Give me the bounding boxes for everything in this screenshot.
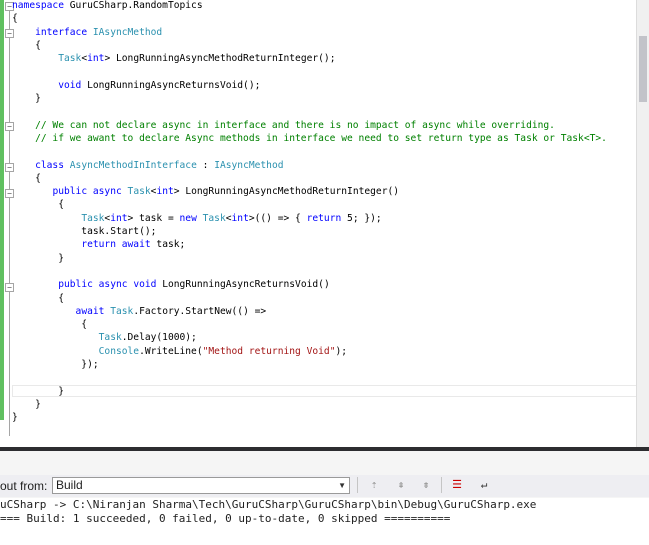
code-line[interactable]: { [12,12,637,25]
code-line[interactable]: public async Task<int> LongRunningAsyncM… [12,185,637,198]
code-line[interactable]: { [12,292,637,305]
vertical-scrollbar[interactable] [636,0,649,447]
output-line: === Build: 1 succeeded, 0 failed, 0 up-t… [0,512,451,525]
code-line[interactable]: { [12,39,637,52]
toolbar-separator [357,477,358,493]
output-source-select[interactable]: Build ▼ [52,477,350,494]
code-line[interactable] [12,65,637,78]
outlining-margin: − − − − − − [4,0,14,447]
code-line[interactable] [12,145,637,158]
code-line[interactable]: } [12,385,637,398]
code-line[interactable]: }); [12,358,637,371]
next-message-icon[interactable]: ⇟ [417,476,435,494]
code-line[interactable] [12,265,637,278]
scrollbar-thumb[interactable] [639,36,647,102]
code-line[interactable]: } [12,252,637,265]
code-line[interactable]: public async void LongRunningAsyncReturn… [12,278,637,291]
code-editor[interactable]: − − − − − − namespace GuruCSharp.RandomT… [0,0,649,447]
prev-message-icon[interactable]: ⇞ [392,476,410,494]
code-line[interactable]: return await task; [12,238,637,251]
code-line[interactable]: task.Start(); [12,225,637,238]
code-line[interactable]: // if we awant to declare Async methods … [12,132,637,145]
code-line[interactable]: { [12,172,637,185]
code-line[interactable]: { [12,318,637,331]
output-source-value: Build [56,478,83,492]
toolbar-separator [441,477,442,493]
code-line[interactable]: // We can not declare async in interface… [12,119,637,132]
show-output-from-label: out from: [0,479,48,493]
find-message-icon[interactable]: ⇡ [365,476,383,494]
clear-all-icon[interactable]: ☰ [448,476,466,494]
code-line[interactable]: interface IAsyncMethod [12,26,637,39]
output-text-area[interactable]: uCSharp -> C:\Niranjan Sharma\Tech\GuruC… [0,498,649,545]
code-line[interactable]: void LongRunningAsyncReturnsVoid(); [12,79,637,92]
code-line[interactable]: } [12,398,637,411]
output-window: out from: Build ▼ ⇡ ⇞ ⇟ ☰ ↵ uCSharp -> C… [0,451,649,545]
code-lines[interactable]: namespace GuruCSharp.RandomTopics{ inter… [12,0,637,425]
output-line: uCSharp -> C:\Niranjan Sharma\Tech\GuruC… [0,498,537,511]
code-line[interactable]: class AsyncMethodInInterface : IAsyncMet… [12,159,637,172]
code-line[interactable] [12,105,637,118]
code-line[interactable]: namespace GuruCSharp.RandomTopics [12,0,637,12]
dropdown-arrow-icon[interactable]: ▼ [338,478,346,493]
code-line[interactable]: } [12,92,637,105]
code-line[interactable] [12,371,637,384]
code-line[interactable]: Console.WriteLine("Method returning Void… [12,345,637,358]
code-line[interactable]: Task<int> task = new Task<int>(() => { r… [12,212,637,225]
outline-guide [9,11,10,436]
code-line[interactable]: await Task.Factory.StartNew(() => [12,305,637,318]
code-line[interactable]: Task<int> LongRunningAsyncMethodReturnIn… [12,52,637,65]
code-line[interactable]: Task.Delay(1000); [12,331,637,344]
word-wrap-icon[interactable]: ↵ [475,476,493,494]
code-line[interactable]: } [12,411,637,424]
code-line[interactable]: { [12,198,637,211]
